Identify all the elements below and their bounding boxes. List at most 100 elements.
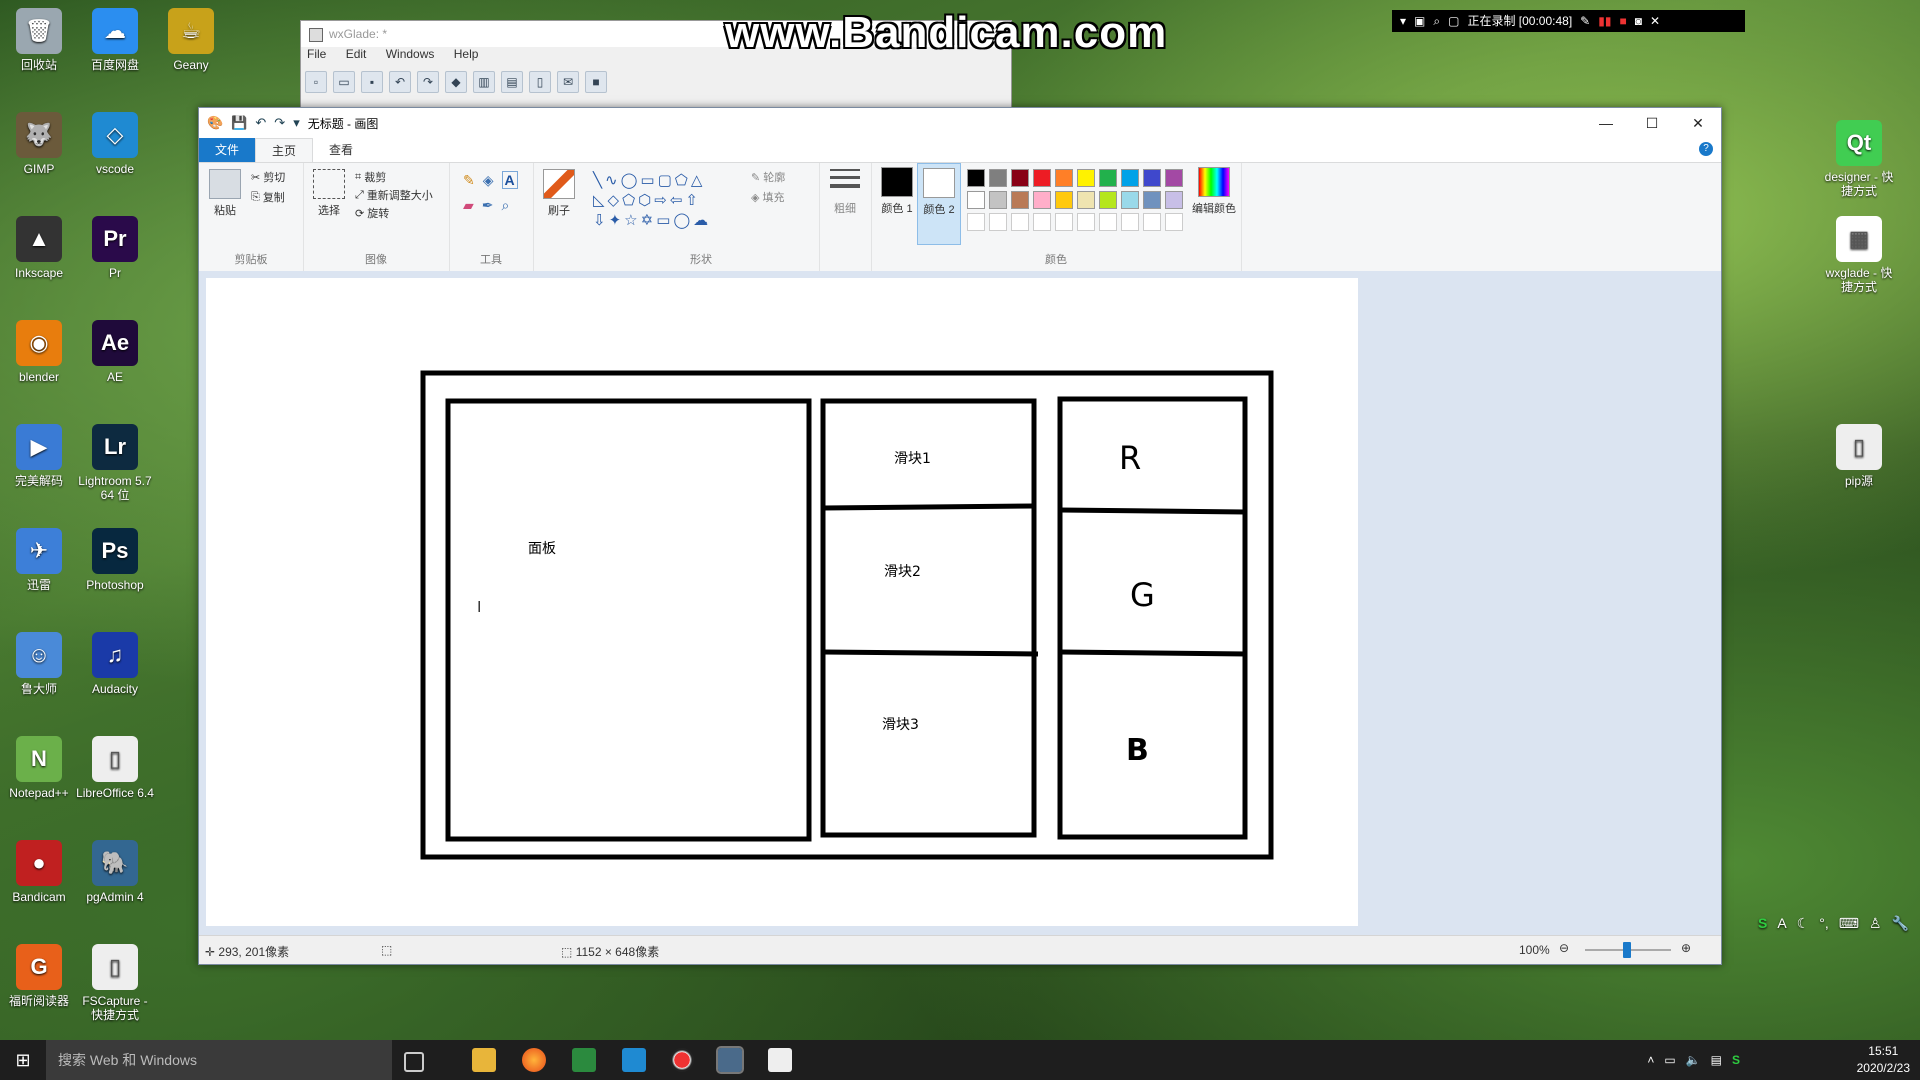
maximize-button[interactable]: ☐ [1629, 108, 1675, 138]
palette-swatch[interactable] [1143, 169, 1161, 187]
palette-swatch[interactable] [1099, 169, 1117, 187]
desktop-icon[interactable]: Ae AE [76, 320, 154, 384]
arrow-up-icon[interactable]: ⇧ [685, 192, 701, 209]
close-button[interactable]: ✕ [1675, 108, 1721, 138]
skin-icon[interactable]: ♙ [1869, 915, 1882, 932]
outline-button[interactable]: ✎ 轮廓 [751, 169, 785, 185]
palette-swatch-empty[interactable] [989, 213, 1007, 231]
office-icon[interactable] [572, 1048, 596, 1072]
desktop-icon[interactable]: ▯ LibreOffice 6.4 [76, 736, 154, 800]
wrench-icon[interactable]: 🔧 [1892, 915, 1909, 932]
layout-design-icon[interactable]: ▯ [529, 71, 551, 93]
desktop-icon[interactable]: G 福昕阅读器 [0, 944, 78, 1008]
eraser-icon[interactable]: ▰ [463, 197, 474, 214]
palette-swatch-empty[interactable] [1121, 213, 1139, 231]
desktop-icon[interactable]: ☁ 百度网盘 [76, 8, 154, 72]
pause-icon[interactable]: ▮▮ [1598, 10, 1611, 32]
tab-view[interactable]: 查看 [313, 138, 369, 162]
new-file-icon[interactable]: ▫ [305, 71, 327, 93]
search-icon[interactable]: ⌕ [1433, 10, 1440, 32]
shapes-gallery[interactable]: ╲∿◯▭▢⬠△ ◺◇⬠⬡⇨⇦⇧ ⇩✦☆✡▭◯☁ [593, 171, 743, 231]
callout-rect-icon[interactable]: ▭ [656, 212, 673, 229]
desktop-icon[interactable]: ✈ 迅雷 [0, 528, 78, 592]
paste-button[interactable]: 粘贴 [205, 169, 245, 218]
star6-icon[interactable]: ✡ [641, 212, 657, 229]
drawing-canvas[interactable]: 面板 滑块1 滑块2 滑块3 R G B I [206, 278, 1358, 926]
undo-icon[interactable]: ↶ [389, 71, 411, 93]
desktop-icon[interactable]: ▯ pip源 [1820, 424, 1898, 488]
sogou-tray-icon[interactable]: S [1732, 1053, 1740, 1067]
palette-swatch[interactable] [967, 169, 985, 187]
desktop-icon[interactable]: Ps Photoshop [76, 528, 154, 592]
pentagon-icon[interactable]: ⬠ [622, 192, 638, 209]
python-icon[interactable] [716, 1046, 744, 1074]
line-icon[interactable]: ╲ [593, 172, 605, 189]
palette-swatch[interactable] [1011, 169, 1029, 187]
canvas-workarea[interactable]: 面板 滑块1 滑块2 滑块3 R G B I [199, 271, 1721, 936]
arrow-right-icon[interactable]: ⇨ [654, 192, 670, 209]
desktop-icon[interactable]: 🐘 pgAdmin 4 [76, 840, 154, 904]
palette-swatch[interactable] [989, 191, 1007, 209]
magnifier-icon[interactable]: ⌕ [502, 197, 510, 214]
palette-swatch[interactable] [1077, 169, 1095, 187]
help-icon[interactable]: ? [1699, 142, 1713, 156]
palette-swatch-empty[interactable] [967, 213, 985, 231]
sogou-icon[interactable]: S [1758, 915, 1767, 931]
desktop-icon[interactable]: ◇ vscode [76, 112, 154, 176]
desktop-icon[interactable]: ▯ FSCapture - 快捷方式 [76, 944, 154, 1022]
preview-icon[interactable]: ✉ [557, 71, 579, 93]
desktop-icon[interactable]: N Notepad++ [0, 736, 78, 800]
desktop-icon[interactable]: ▶ 完美解码 [0, 424, 78, 488]
layout-properties-icon[interactable]: ▤ [501, 71, 523, 93]
oval-icon[interactable]: ◯ [621, 172, 641, 189]
desktop-icon[interactable]: ♫ Audacity [76, 632, 154, 696]
desktop-icon[interactable]: ▲ Inkscape [0, 216, 78, 280]
clock[interactable]: 15:51 2020/2/23 [1857, 1043, 1910, 1077]
size-button[interactable]: 粗细 [827, 169, 863, 216]
volume-icon[interactable]: 🔈 [1686, 1053, 1701, 1067]
palette-swatch[interactable] [1121, 191, 1139, 209]
resize-button[interactable]: ⤢ 重新调整大小 [355, 187, 433, 203]
callout-oval-icon[interactable]: ◯ [673, 212, 693, 229]
palette-swatch[interactable] [967, 191, 985, 209]
network-icon[interactable]: ▭ [1664, 1053, 1675, 1067]
right-triangle-icon[interactable]: ◺ [593, 192, 608, 209]
palette-swatch[interactable] [1055, 191, 1073, 209]
palette-swatch[interactable] [1011, 191, 1029, 209]
tab-home[interactable]: 主页 [255, 138, 314, 162]
color2-button[interactable]: 颜色 2 [917, 163, 961, 245]
paint-window[interactable]: 🎨 💾 ↶ ↷ ▾ 无标题 - 画图 — ☐ ✕ 文件 主页 查看 ? 粘贴 ✂… [198, 107, 1722, 965]
paint-titlebar[interactable]: 🎨 💾 ↶ ↷ ▾ 无标题 - 画图 — ☐ ✕ [199, 108, 1721, 138]
stop-icon[interactable]: ■ [1619, 10, 1626, 32]
tab-file[interactable]: 文件 [199, 138, 256, 162]
copy-button[interactable]: ⎘ 复制 [251, 189, 285, 205]
rotate-button[interactable]: ⟳ 旋转 [355, 205, 389, 221]
hexagon-icon[interactable]: ⬡ [638, 192, 654, 209]
palette-swatch[interactable] [1055, 169, 1073, 187]
triangle-icon[interactable]: △ [691, 172, 706, 189]
file-explorer-icon[interactable] [472, 1048, 496, 1072]
rectangle-icon[interactable]: ▭ [640, 172, 657, 189]
edit-colors-button[interactable]: 编辑颜色 [1189, 167, 1239, 216]
menu-file[interactable]: File [307, 47, 326, 61]
desktop-icon[interactable]: ☺ 鲁大师 [0, 632, 78, 696]
task-view-icon[interactable] [404, 1052, 424, 1072]
palette-swatch[interactable] [1165, 191, 1183, 209]
vscode-icon[interactable] [622, 1048, 646, 1072]
curve-icon[interactable]: ∿ [605, 172, 621, 189]
desktop-icon[interactable]: ● Bandicam [0, 840, 78, 904]
desktop-icon[interactable]: ▦ wxglade - 快捷方式 [1820, 216, 1898, 294]
pencil-icon[interactable]: ✎ [1580, 10, 1590, 32]
palette-swatch-empty[interactable] [1011, 213, 1029, 231]
palette-swatch[interactable] [1165, 169, 1183, 187]
desktop-icon[interactable]: ☕ Geany [152, 8, 230, 72]
cut-button[interactable]: ✂ 剪切 [251, 169, 285, 185]
palette-swatch[interactable] [1143, 191, 1161, 209]
zoom-in-button[interactable]: ⊕ [1681, 941, 1691, 955]
polygon-icon[interactable]: ⬠ [675, 172, 691, 189]
pencil-icon[interactable]: ✎ [463, 172, 475, 189]
desktop-icon[interactable]: Qt designer - 快捷方式 [1820, 120, 1898, 198]
capture-icon[interactable]: ▢ [1448, 10, 1459, 32]
palette-swatch-empty[interactable] [1055, 213, 1073, 231]
crop-button[interactable]: ⌗ 裁剪 [355, 169, 386, 185]
